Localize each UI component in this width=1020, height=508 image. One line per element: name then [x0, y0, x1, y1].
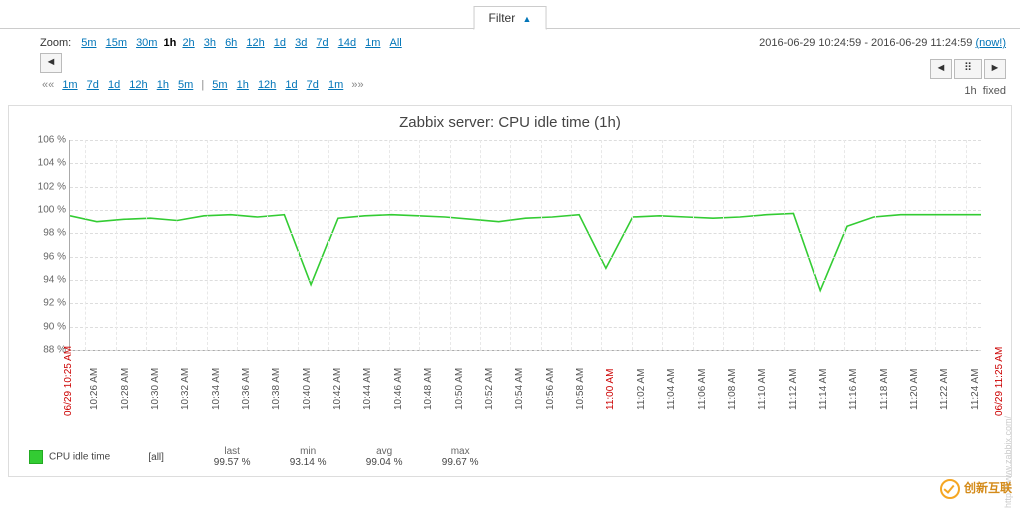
xtick: 10:36 AM	[241, 368, 252, 410]
zoom-3h[interactable]: 3h	[204, 37, 216, 49]
step-1d[interactable]: 1d	[285, 79, 297, 91]
step-first-icon: ««	[42, 79, 54, 91]
collapse-icon: ▲	[523, 14, 532, 24]
xtick: 10:52 AM	[484, 368, 495, 410]
xtick: 11:24 AM	[970, 368, 981, 410]
zoom-30m[interactable]: 30m	[136, 37, 157, 49]
zoom-3d[interactable]: 3d	[295, 37, 307, 49]
ytick: 100 %	[26, 205, 66, 216]
chart-title: Zabbix server: CPU idle time (1h)	[9, 106, 1011, 133]
xtick: 10:46 AM	[393, 368, 404, 410]
zoom-14d[interactable]: 14d	[338, 37, 356, 49]
step-last-icon: »»	[351, 79, 363, 91]
xtick: 11:08 AM	[727, 368, 738, 410]
x-end-marker: 06/29 11:25 AM	[994, 347, 1005, 416]
xtick: 11:12 AM	[788, 368, 799, 410]
step-1d[interactable]: 1d	[108, 79, 120, 91]
zoom-All[interactable]: All	[390, 37, 402, 49]
brand-icon	[940, 479, 960, 499]
zoom-5m[interactable]: 5m	[81, 37, 96, 49]
legend-min: min93.14 %	[278, 446, 338, 468]
xtick: 11:02 AM	[636, 368, 647, 410]
time-to: 2016-06-29 11:24:59	[871, 37, 972, 49]
step-7d[interactable]: 7d	[307, 79, 319, 91]
time-range: 2016-06-29 10:24:59 - 2016-06-29 11:24:5…	[759, 37, 1006, 49]
ytick: 104 %	[26, 158, 66, 169]
xtick: 11:06 AM	[697, 368, 708, 410]
zoom-15m[interactable]: 15m	[106, 37, 127, 49]
xtick: 10:26 AM	[89, 368, 100, 410]
ytick: 96 %	[26, 251, 66, 262]
chart-container: Zabbix server: CPU idle time (1h) 88 %90…	[8, 105, 1012, 477]
ytick: 94 %	[26, 275, 66, 286]
legend-scope: [all]	[126, 452, 186, 463]
nav-drag-handle[interactable]: ⠿	[954, 59, 982, 79]
legend: CPU idle time [all] last99.57 % min93.14 …	[29, 446, 490, 468]
xtick: 10:48 AM	[423, 368, 434, 410]
zoom-2h[interactable]: 2h	[182, 37, 194, 49]
zoom-1d[interactable]: 1d	[274, 37, 286, 49]
step-1m[interactable]: 1m	[328, 79, 343, 91]
step-5m[interactable]: 5m	[212, 79, 227, 91]
plot-area[interactable]: 88 %90 %92 %94 %96 %98 %100 %102 %104 %1…	[69, 140, 981, 351]
ytick: 90 %	[26, 321, 66, 332]
xtick: 10:30 AM	[150, 368, 161, 410]
now-link[interactable]: (now!)	[975, 37, 1006, 49]
step-5m[interactable]: 5m	[178, 79, 193, 91]
xtick: 11:16 AM	[848, 368, 859, 410]
xtick: 10:42 AM	[332, 368, 343, 410]
ytick: 88 %	[26, 345, 66, 356]
xtick: 11:00 AM	[605, 368, 616, 410]
legend-max: max99.67 %	[430, 446, 490, 468]
filter-tabrow: Filter ▲	[0, 0, 1020, 29]
xtick: 10:38 AM	[271, 368, 282, 410]
xtick: 11:10 AM	[757, 368, 768, 410]
step-row: «« 1m 7d 1d 12h 1h 5m | 5m 1h 12h 1d 7d …	[40, 79, 1006, 91]
filter-label: Filter	[489, 11, 516, 25]
xtick: 11:14 AM	[818, 368, 829, 410]
nav-scroll-left-button[interactable]: ◄	[930, 59, 952, 79]
legend-avg: avg99.04 %	[354, 446, 414, 468]
zoom-7d[interactable]: 7d	[316, 37, 328, 49]
legend-series: CPU idle time	[29, 450, 110, 464]
x-start-marker: 06/29 10:25 AM	[63, 346, 74, 416]
zoom-12h[interactable]: 12h	[246, 37, 264, 49]
xtick: 10:44 AM	[362, 368, 373, 410]
period-info: 1h fixed	[964, 85, 1006, 97]
step-12h[interactable]: 12h	[129, 79, 147, 91]
ytick: 98 %	[26, 228, 66, 239]
zoom-1h[interactable]: 1h	[164, 37, 177, 49]
step-7d[interactable]: 7d	[87, 79, 99, 91]
nav-prev-button[interactable]: ◄	[40, 53, 62, 73]
xtick: 10:56 AM	[545, 368, 556, 410]
step-1m[interactable]: 1m	[62, 79, 77, 91]
zoom-label: Zoom:	[40, 37, 71, 49]
series-color-chip	[29, 450, 43, 464]
filter-tab[interactable]: Filter ▲	[474, 6, 547, 30]
xtick: 11:20 AM	[909, 368, 920, 410]
xtick: 10:58 AM	[575, 368, 586, 410]
xtick: 11:04 AM	[666, 368, 677, 410]
xtick: 10:50 AM	[454, 368, 465, 410]
legend-last: last99.57 %	[202, 446, 262, 468]
brand-badge: 创新互联	[940, 479, 1012, 499]
step-1h[interactable]: 1h	[237, 79, 249, 91]
xtick: 11:22 AM	[939, 368, 950, 410]
xtick: 11:18 AM	[879, 368, 890, 410]
xtick: 10:34 AM	[211, 368, 222, 410]
xtick: 10:40 AM	[302, 368, 313, 410]
step-1h[interactable]: 1h	[157, 79, 169, 91]
step-12h[interactable]: 12h	[258, 79, 276, 91]
xtick: 10:28 AM	[120, 368, 131, 410]
ytick: 106 %	[26, 135, 66, 146]
ytick: 102 %	[26, 181, 66, 192]
nav-scroll-right-button[interactable]: ►	[984, 59, 1006, 79]
zoom-1m[interactable]: 1m	[365, 37, 380, 49]
zoom-6h[interactable]: 6h	[225, 37, 237, 49]
time-toolbar: Zoom: 5m 15m 30m 1h 2h 3h 6h 12h 1d 3d 7…	[0, 29, 1020, 95]
xtick: 10:54 AM	[514, 368, 525, 410]
xtick: 10:32 AM	[180, 368, 191, 410]
ytick: 92 %	[26, 298, 66, 309]
time-from: 2016-06-29 10:24:59	[759, 37, 861, 49]
